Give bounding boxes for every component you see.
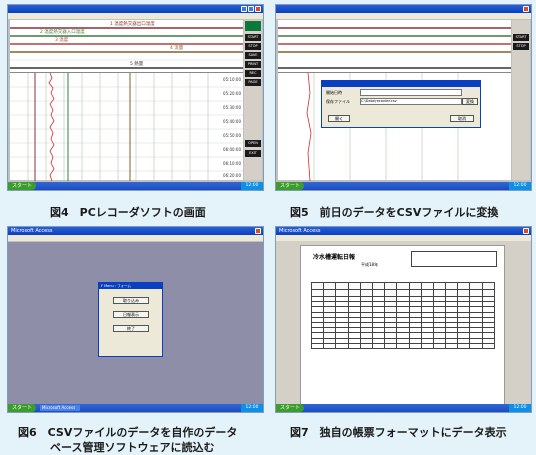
period-input[interactable] — [360, 89, 462, 96]
marker-area — [278, 20, 511, 73]
marker-1: 1 温度熱交器出口温度 — [110, 22, 155, 27]
report-page: 冷水槽運転日報 平成18年 — [300, 245, 505, 405]
control-panel: START STOP — [512, 20, 530, 180]
save-button[interactable]: SAVE — [245, 52, 261, 59]
menu-bar[interactable] — [276, 235, 531, 241]
time-label: 06:10:00 — [223, 161, 241, 166]
panel-fig5-csv: 開始日時 保存ファイル C:\Data\recorder.csv 変換 開く 取… — [275, 4, 532, 191]
panel-fig6-access: Microsoft Access F Menu : フォーム 取り込み 日報表示… — [7, 226, 264, 413]
dialog-titlebar — [322, 81, 480, 87]
access-workspace: F Menu : フォーム 取り込み 日報表示 終了 — [8, 242, 263, 404]
period-label: 開始日時 — [326, 90, 342, 95]
taskbar-clock: 12:00 — [241, 182, 263, 190]
status-display — [245, 21, 261, 31]
app-title: Microsoft Access — [279, 228, 321, 234]
menu-bar[interactable] — [8, 235, 263, 241]
stop-button[interactable]: STOP — [245, 43, 261, 50]
window-titlebar — [8, 5, 263, 13]
caption-fig6-line2: ベース管理ソフトウェアに読込む — [50, 441, 215, 454]
menu-bar[interactable] — [8, 13, 263, 19]
close-button[interactable] — [255, 6, 261, 12]
caption-fig6-line1: 図6 CSVファイルのデータを自作のデータ — [18, 426, 238, 439]
caption-fig7: 図7 独自の帳票フォーマットにデータ表示 — [290, 426, 507, 439]
time-label: 05:40:00 — [223, 119, 241, 124]
form-titlebar: F Menu : フォーム — [99, 283, 162, 289]
taskbar-clock: 12:00 — [509, 404, 531, 412]
start-menu-button[interactable]: スタート — [8, 404, 36, 412]
start-menu-button[interactable]: スタート — [276, 404, 304, 412]
start-menu-button[interactable]: スタート — [8, 182, 36, 190]
close-button[interactable] — [523, 6, 529, 12]
exit-button[interactable]: 終了 — [113, 325, 149, 332]
start-button[interactable]: START — [245, 34, 261, 41]
exit-button[interactable]: EXIT — [245, 150, 261, 157]
time-label: 06:00:00 — [223, 147, 241, 152]
form-title: F Menu : フォーム — [101, 284, 132, 288]
caption-fig4: 図4 PCレコーダソフトの画面 — [50, 206, 206, 219]
import-button[interactable]: 取り込み — [113, 297, 149, 304]
window-titlebar: Microsoft Access — [276, 227, 531, 235]
maximize-button[interactable] — [248, 6, 254, 12]
panel-fig4-recorder: 1 温度熱交器出口温度 2 温度熱交器入口温度 3 温度 4 流量 5 熱量 0… — [7, 4, 264, 191]
time-label: 05:50:00 — [223, 133, 241, 138]
taskbar-clock: 12:00 — [241, 404, 263, 412]
window-titlebar — [276, 5, 531, 13]
rec-button[interactable]: REC — [245, 70, 261, 77]
time-label: 05:20:00 — [223, 91, 241, 96]
marker-area: 1 温度熱交器出口温度 2 温度熱交器入口温度 3 温度 4 流量 5 熱量 — [10, 20, 243, 73]
window-titlebar: Microsoft Access — [8, 227, 263, 235]
report-subtitle: 平成18年 — [361, 262, 379, 267]
marker-5: 5 熱量 — [130, 62, 144, 67]
menu-form: F Menu : フォーム 取り込み 日報表示 終了 — [98, 282, 163, 357]
taskbar: スタート 12:00 — [276, 182, 531, 190]
start-menu-button[interactable]: スタート — [276, 182, 304, 190]
open-button[interactable]: 開く — [328, 115, 350, 122]
panel-fig7-report: Microsoft Access 冷水槽運転日報 平成18年 スタート 12:0… — [275, 226, 532, 413]
caption-fig5: 図5 前日のデータをCSVファイルに変換 — [290, 206, 499, 219]
marker-2: 2 温度熱交器入口温度 — [40, 30, 85, 35]
time-label: 05:30:00 — [223, 105, 241, 110]
marker-4: 4 流量 — [170, 46, 184, 51]
file-path-input[interactable]: C:\Data\recorder.csv — [360, 98, 462, 105]
report-title: 冷水槽運転日報 — [313, 254, 356, 261]
start-button[interactable]: START — [513, 34, 529, 41]
cancel-button[interactable]: 取消 — [450, 115, 474, 122]
close-button[interactable] — [255, 228, 261, 234]
taskbar: スタート 12:00 — [276, 404, 531, 412]
file-label: 保存ファイル — [326, 99, 350, 104]
report-button[interactable]: 日報表示 — [113, 311, 149, 318]
control-panel: START STOP SAVE PRINT REC PAGE OPEN EXIT — [244, 20, 262, 180]
open-button[interactable]: OPEN — [245, 140, 261, 147]
chart-trend-area: 05:10:00 05:20:00 05:30:00 05:40:00 05:5… — [10, 73, 243, 181]
approval-box — [411, 251, 497, 267]
taskbar: スタート Microsoft Access 12:00 — [8, 404, 263, 412]
close-button[interactable] — [523, 228, 529, 234]
convert-button[interactable]: 変換 — [462, 98, 478, 105]
minimize-button[interactable] — [241, 6, 247, 12]
time-label: 06:20:00 — [223, 173, 241, 178]
taskbar-item[interactable]: Microsoft Access — [40, 405, 80, 411]
marker-3: 3 温度 — [55, 38, 69, 43]
menu-bar[interactable] — [276, 13, 531, 19]
app-title: Microsoft Access — [11, 228, 53, 234]
time-label: 05:10:00 — [223, 77, 241, 82]
report-table — [310, 282, 496, 349]
taskbar: スタート 12:00 — [8, 182, 263, 190]
print-button[interactable]: PRINT — [245, 61, 261, 68]
page-button[interactable]: PAGE — [245, 79, 261, 86]
taskbar-clock: 12:00 — [509, 182, 531, 190]
csv-convert-dialog: 開始日時 保存ファイル C:\Data\recorder.csv 変換 開く 取… — [321, 80, 481, 128]
stop-button[interactable]: STOP — [513, 43, 529, 50]
